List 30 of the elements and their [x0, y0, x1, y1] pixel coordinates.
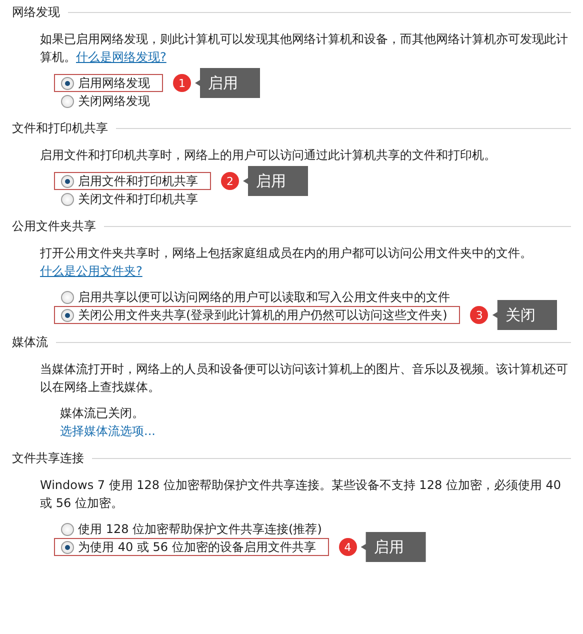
options-link[interactable]: 选择媒体流选项...: [60, 422, 156, 440]
callout-label: 启用: [195, 68, 260, 98]
section-title: 媒体流: [12, 334, 48, 350]
description: 启用文件和打印机共享时，网络上的用户可以访问通过此计算机共享的文件和打印机。: [40, 147, 497, 164]
description: 打开公用文件夹共享时，网络上包括家庭组成员在内的用户都可以访问公用文件夹中的文件。 什么是公用文件夹?: [40, 245, 533, 280]
radio-option[interactable]: 为使用 40 或 56 位加密的设备启用文件共享: [54, 538, 329, 556]
section-title: 网络发现: [12, 4, 60, 20]
help-link[interactable]: 什么是网络发现?: [76, 50, 166, 64]
radio-option[interactable]: 使用 128 位加密帮助保护文件共享连接(推荐): [54, 520, 329, 538]
step-badge: 3: [470, 306, 488, 324]
radio-option[interactable]: 关闭公用文件夹共享(登录到此计算机的用户仍然可以访问这些文件夹): [54, 306, 460, 324]
radio-option[interactable]: 启用共享以便可以访问网络的用户可以读取和写入公用文件夹中的文件: [54, 288, 457, 306]
section-title: 文件共享连接: [12, 450, 84, 466]
section-title: 文件和打印机共享: [12, 120, 108, 136]
callout-label: 启用: [243, 166, 308, 196]
callout-label: 关闭: [492, 300, 558, 330]
step-badge: 4: [338, 538, 357, 556]
step-badge: 2: [221, 172, 239, 190]
description: 如果已启用网络发现，则此计算机可以发现其他网络计算机和设备，而其他网络计算机亦可发现此计算机。什么是网络发现?: [40, 31, 569, 66]
step-badge: 1: [173, 74, 191, 92]
description: 当媒体流打开时，网络上的人员和设备便可以访问该计算机上的图片、音乐以及视频。该计算机还可以在网络上查找媒体。: [40, 361, 569, 396]
section-title: 公用文件夹共享: [12, 218, 96, 234]
status-text: 媒体流已关闭。: [60, 405, 145, 422]
radio-option[interactable]: 关闭网络发现: [54, 92, 157, 110]
radio-option[interactable]: 启用文件和打印机共享: [54, 172, 211, 190]
description: Windows 7 使用 128 位加密帮助保护文件共享连接。某些设备不支持 128 位加密，必须使用 40 或 56 位加密。: [40, 477, 562, 512]
help-link[interactable]: 什么是公用文件夹?: [40, 264, 142, 278]
radio-option[interactable]: 关闭文件和打印机共享: [54, 190, 205, 208]
callout-label: 启用: [360, 532, 426, 562]
radio-option[interactable]: 启用网络发现: [54, 74, 163, 92]
